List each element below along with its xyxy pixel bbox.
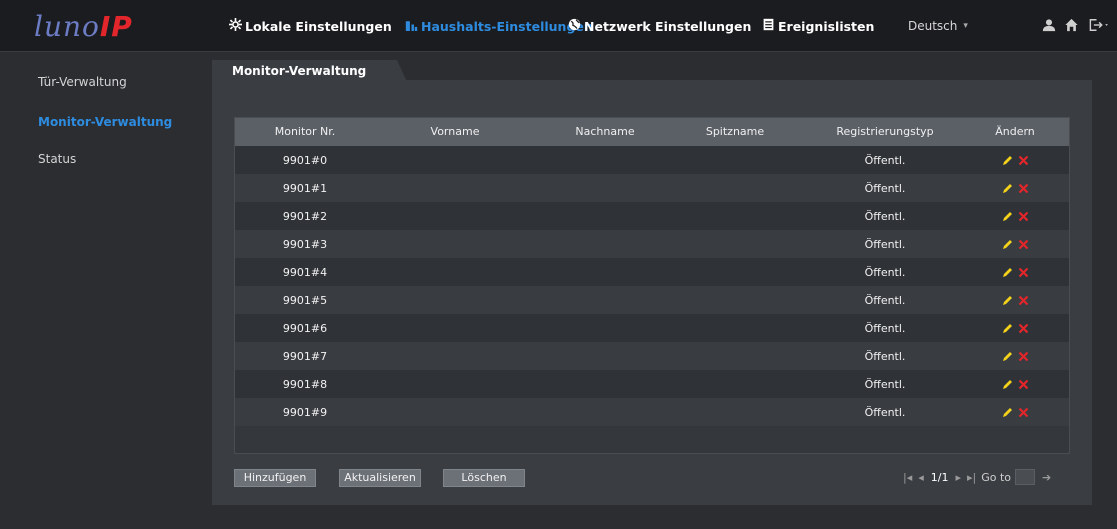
sidebar-item-status[interactable]: Status	[38, 152, 76, 166]
page-indicator: 1/1	[930, 470, 949, 484]
table-row: 9901#5 Öffentl.	[235, 286, 1069, 314]
tab-monitor-verwaltung[interactable]: Monitor-Verwaltung	[212, 60, 407, 82]
delete-x-icon[interactable]	[1018, 407, 1029, 418]
logo: lunoIP	[34, 10, 133, 43]
edit-pencil-icon[interactable]	[1002, 154, 1014, 166]
row-actions	[975, 153, 1055, 166]
edit-pencil-icon[interactable]	[1002, 210, 1014, 222]
edit-pencil-icon[interactable]	[1002, 266, 1014, 278]
registrierungstyp-cell: Öffentl.	[864, 238, 906, 251]
edit-pencil-icon[interactable]	[1002, 294, 1014, 306]
delete-button[interactable]: Löschen	[443, 469, 525, 487]
row-actions	[975, 181, 1055, 194]
monitor-nr-cell: 9901#8	[282, 378, 328, 391]
delete-x-icon[interactable]	[1018, 239, 1029, 250]
monitor-nr-cell: 9901#9	[282, 406, 328, 419]
registrierungstyp-cell: Öffentl.	[864, 182, 906, 195]
nav-netzwerk-einstellungen[interactable]: Netzwerk Einstellungen	[568, 0, 751, 52]
row-actions	[975, 349, 1055, 362]
go-arrow-icon[interactable]: ➔	[1042, 471, 1051, 484]
edit-pencil-icon[interactable]	[1002, 238, 1014, 250]
registrierungstyp-cell: Öffentl.	[864, 406, 906, 419]
next-page-icon[interactable]: ▸	[955, 471, 961, 484]
monitor-nr-cell: 9901#3	[282, 238, 328, 251]
goto-page-input[interactable]	[1015, 469, 1036, 485]
user-icon[interactable]	[1040, 15, 1058, 35]
delete-x-icon[interactable]	[1018, 323, 1029, 334]
row-actions	[975, 377, 1055, 390]
sidebar-item-tuer-verwaltung[interactable]: Tür-Verwaltung	[38, 75, 127, 89]
delete-x-icon[interactable]	[1018, 183, 1029, 194]
registrierungstyp-cell: Öffentl.	[864, 210, 906, 223]
edit-pencil-icon[interactable]	[1002, 322, 1014, 334]
last-page-icon[interactable]: ▸|	[967, 471, 976, 484]
registrierungstyp-cell: Öffentl.	[864, 154, 906, 167]
monitor-nr-cell: 9901#1	[282, 182, 328, 195]
row-actions	[975, 265, 1055, 278]
column-header-spitzname: Spitzname	[705, 125, 765, 138]
delete-x-icon[interactable]	[1018, 267, 1029, 278]
table-row: 9901#6 Öffentl.	[235, 314, 1069, 342]
row-actions	[975, 293, 1055, 306]
nav-lokale-einstellungen[interactable]: Lokale Einstellungen	[229, 0, 392, 52]
prev-page-icon[interactable]: ◂	[918, 471, 924, 484]
monitor-nr-cell: 9901#5	[282, 294, 328, 307]
registrierungstyp-cell: Öffentl.	[864, 294, 906, 307]
row-actions	[975, 237, 1055, 250]
monitor-nr-cell: 9901#6	[282, 322, 328, 335]
table-row: 9901#7 Öffentl.	[235, 342, 1069, 370]
monitor-nr-cell: 9901#4	[282, 266, 328, 279]
row-actions	[975, 321, 1055, 334]
goto-label: Go to	[981, 470, 1012, 484]
registrierungstyp-cell: Öffentl.	[864, 378, 906, 391]
list-icon	[762, 18, 775, 34]
edit-pencil-icon[interactable]	[1002, 378, 1014, 390]
row-actions	[975, 405, 1055, 418]
refresh-button[interactable]: Aktualisieren	[339, 469, 421, 487]
edit-pencil-icon[interactable]	[1002, 406, 1014, 418]
table-row: 9901#9 Öffentl.	[235, 398, 1069, 426]
delete-x-icon[interactable]	[1018, 351, 1029, 362]
building-icon	[405, 18, 418, 34]
registrierungstyp-cell: Öffentl.	[864, 266, 906, 279]
table-row: 9901#1 Öffentl.	[235, 174, 1069, 202]
edit-pencil-icon[interactable]	[1002, 350, 1014, 362]
pagination: |◂ ◂ 1/1 ▸ ▸| Go to ➔	[900, 465, 1054, 489]
edit-pencil-icon[interactable]	[1002, 182, 1014, 194]
column-header-aendern: Ändern	[995, 125, 1035, 138]
sidebar-item-monitor-verwaltung[interactable]: Monitor-Verwaltung	[38, 115, 172, 129]
registrierungstyp-cell: Öffentl.	[864, 322, 906, 335]
delete-x-icon[interactable]	[1018, 295, 1029, 306]
registrierungstyp-cell: Öffentl.	[864, 350, 906, 363]
add-button[interactable]: Hinzufügen	[234, 469, 316, 487]
top-bar: lunoIP Lokale Einstellungen Haushalts-Ei…	[0, 0, 1117, 52]
gear-icon	[229, 18, 242, 34]
column-header-nachname: Nachname	[575, 125, 635, 138]
row-actions	[975, 209, 1055, 222]
nav-haushalts-einstellungen[interactable]: Haushalts-Einstellungen	[405, 0, 593, 52]
first-page-icon[interactable]: |◂	[903, 471, 912, 484]
chevron-down-icon: ▾	[963, 21, 968, 31]
column-header-monitor-nr: Monitor Nr.	[274, 125, 336, 138]
monitor-nr-cell: 9901#7	[282, 350, 328, 363]
table-row: 9901#3 Öffentl.	[235, 230, 1069, 258]
home-icon[interactable]	[1062, 15, 1080, 35]
table-row: 9901#0 Öffentl.	[235, 146, 1069, 174]
globe-icon	[568, 18, 581, 34]
table-header: Monitor Nr. Vorname Nachname Spitzname R…	[235, 118, 1069, 146]
delete-x-icon[interactable]	[1018, 211, 1029, 222]
table-row: 9901#2 Öffentl.	[235, 202, 1069, 230]
table-row: 9901#4 Öffentl.	[235, 258, 1069, 286]
nav-ereignislisten[interactable]: Ereignislisten	[762, 0, 874, 52]
column-header-vorname: Vorname	[430, 125, 480, 138]
column-header-registrierungstyp: Registrierungstyp	[836, 125, 934, 138]
logout-icon[interactable]	[1086, 15, 1114, 35]
delete-x-icon[interactable]	[1018, 155, 1029, 166]
monitor-nr-cell: 9901#2	[282, 210, 328, 223]
language-select[interactable]: Deutsch ▾	[908, 0, 968, 52]
monitor-table: Monitor Nr. Vorname Nachname Spitzname R…	[234, 117, 1070, 454]
delete-x-icon[interactable]	[1018, 379, 1029, 390]
monitor-nr-cell: 9901#0	[282, 154, 328, 167]
table-row: 9901#8 Öffentl.	[235, 370, 1069, 398]
